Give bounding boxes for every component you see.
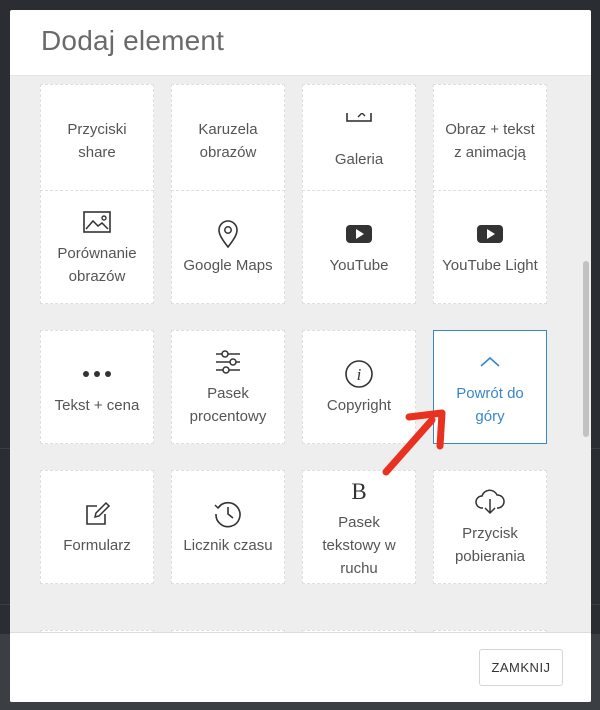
element-tile[interactable]: Karuzela obrazów [171, 84, 285, 198]
youtube-icon [474, 218, 506, 250]
cloud-download-icon [474, 486, 506, 518]
element-tile-label: Formularz [63, 536, 131, 554]
element-tile[interactable]: Licznik czasu [171, 470, 285, 584]
modal-title: Dodaj element [41, 25, 225, 56]
element-tile[interactable]: YouTube [302, 190, 416, 304]
element-tile[interactable]: B Pasek tekstowy w ruchu [302, 470, 416, 584]
element-tile-label: Google Maps [183, 256, 273, 274]
element-tile[interactable]: Powrót do góry [433, 330, 547, 444]
element-tile[interactable]: Porównanie obrazów [40, 190, 154, 304]
element-tile-label: Galeria [334, 150, 384, 168]
element-tile-label: Licznik czasu [183, 536, 273, 554]
element-tile[interactable]: Przycisk pobierania [433, 470, 547, 584]
modal-header: Dodaj element [10, 10, 591, 76]
sliders-icon [212, 346, 244, 378]
youtube-icon [343, 218, 375, 250]
element-tile[interactable]: Formularz [40, 470, 154, 584]
scrollbar[interactable] [582, 76, 590, 633]
element-tile[interactable]: Google Maps [171, 190, 285, 304]
svg-text:i: i [357, 365, 362, 384]
bold-b-icon: B [343, 475, 375, 507]
map-pin-icon [212, 218, 244, 250]
element-tile-label: Pasek procentowy [189, 385, 267, 425]
clock-icon [212, 498, 244, 530]
element-tile-label: Porównanie obrazów [57, 245, 137, 285]
element-tile-label: Powrót do góry [456, 385, 524, 425]
element-tile[interactable]: YouTube Light [433, 190, 547, 304]
element-tile-label: Przycisk pobierania [454, 525, 526, 565]
info-icon: i [343, 358, 375, 390]
edit-form-icon [81, 498, 113, 530]
close-button[interactable]: ZAMKNIJ [479, 649, 563, 686]
element-tile-label: Przyciski share [67, 121, 127, 161]
svg-text:B: B [351, 479, 366, 504]
element-tile-label: Obraz + tekst z animacją [445, 121, 535, 161]
element-tile[interactable]: Galeria [302, 84, 416, 198]
element-tile[interactable]: Obraz + tekst z animacją [433, 84, 547, 198]
image-compare-icon [81, 206, 113, 238]
gallery-icon [343, 112, 375, 144]
scrollbar-thumb[interactable] [583, 261, 589, 437]
modal-footer: ZAMKNIJ [10, 633, 591, 702]
element-tile[interactable]: Pasek procentowy [171, 330, 285, 444]
element-tile-label: YouTube [329, 256, 389, 274]
element-tile[interactable]: i Copyright [302, 330, 416, 444]
element-picker-body[interactable]: Przyciski share Karuzela obrazów Galeria Ob… [10, 76, 591, 633]
element-tile[interactable]: Tekst + cena [40, 330, 154, 444]
element-tile-label: YouTube Light [442, 256, 538, 274]
dots-icon [81, 358, 113, 390]
element-tile-label: Karuzela obrazów [198, 121, 258, 161]
element-tile[interactable]: Przyciski share [40, 84, 154, 198]
chevron-up-icon [474, 346, 506, 378]
element-tile-label: Tekst + cena [54, 396, 140, 414]
element-tile-label: Pasek tekstowy w ruchu [322, 513, 396, 577]
add-element-modal: Dodaj element Przyciski share Karuzela ob… [10, 10, 591, 702]
element-tile-label: Copyright [326, 396, 392, 414]
